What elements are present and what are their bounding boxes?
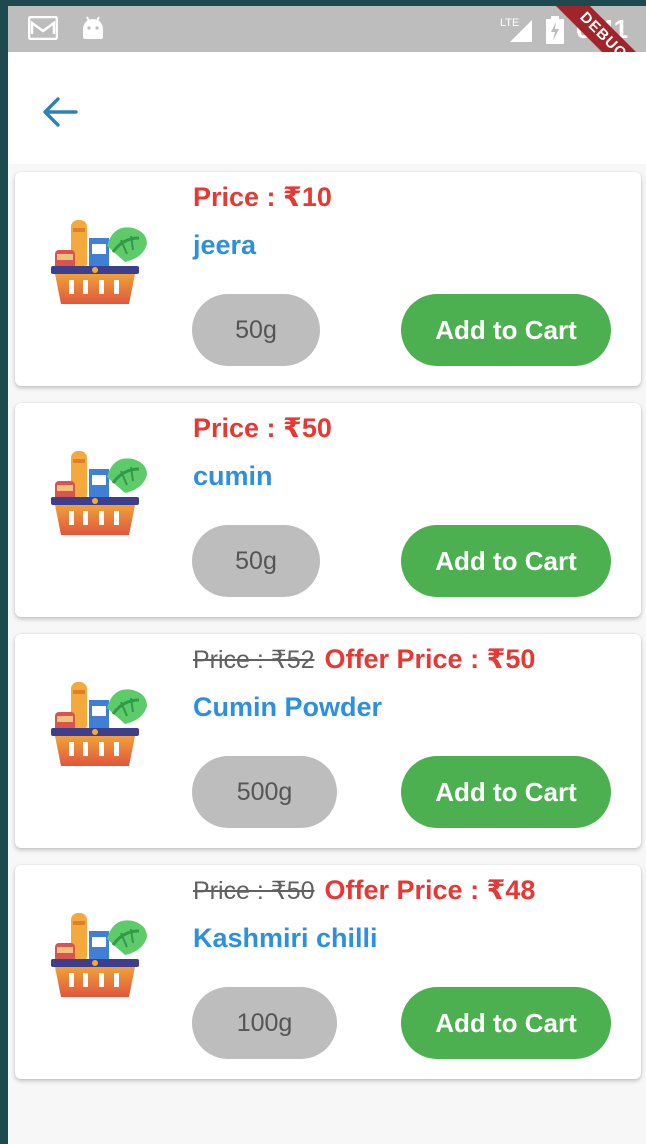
product-name: Kashmiri chilli	[193, 923, 378, 953]
product-list: Price : ₹10 jeera 50g Add to Cart Price …	[15, 172, 641, 1096]
price-row: Price : ₹52 Offer Price : ₹50	[193, 644, 535, 675]
weight-selector[interactable]: 50g	[192, 294, 320, 366]
original-price: Price : ₹52	[193, 646, 315, 674]
price-row: Price : ₹50 Offer Price : ₹48	[193, 875, 535, 906]
product-card: Price : ₹52 Offer Price : ₹50 Cumin Powde…	[15, 634, 641, 848]
grocery-basket-icon	[49, 212, 153, 308]
price-row: Price : ₹10	[193, 182, 332, 213]
add-to-cart-button[interactable]: Add to Cart	[401, 294, 611, 366]
signal-lte-icon: LTE	[500, 17, 532, 42]
grocery-basket-icon	[49, 674, 153, 770]
add-to-cart-button[interactable]: Add to Cart	[401, 987, 611, 1059]
svg-text:LTE: LTE	[500, 17, 519, 29]
product-card: Price : ₹10 jeera 50g Add to Cart	[15, 172, 641, 386]
price: Price : ₹10	[193, 182, 332, 212]
original-price: Price : ₹50	[193, 877, 315, 905]
weight-selector[interactable]: 50g	[192, 525, 320, 597]
arrow-back-icon	[43, 97, 78, 127]
product-card: Price : ₹50 Offer Price : ₹48 Kashmiri ch…	[15, 865, 641, 1079]
add-to-cart-button[interactable]: Add to Cart	[401, 756, 611, 828]
gmail-notification-icon	[28, 16, 58, 40]
product-name: cumin	[193, 461, 273, 491]
product-name: jeera	[193, 230, 257, 260]
android-notification-icon	[83, 16, 103, 39]
product-card: Price : ₹50 cumin 50g Add to Cart	[15, 403, 641, 617]
weight-selector[interactable]: 500g	[192, 756, 337, 828]
offer-price: Offer Price : ₹50	[324, 644, 536, 674]
grocery-basket-icon	[49, 905, 153, 1001]
app-bar	[8, 52, 646, 164]
status-bar: LTE 6:41	[8, 6, 646, 52]
product-name: Cumin Powder	[193, 692, 383, 722]
offer-price: Offer Price : ₹48	[324, 875, 536, 905]
add-to-cart-button[interactable]: Add to Cart	[401, 525, 611, 597]
weight-selector[interactable]: 100g	[192, 987, 337, 1059]
price-row: Price : ₹50	[193, 413, 332, 444]
back-button[interactable]	[32, 84, 88, 140]
app-screen: LTE 6:41 DEBUG Price : ₹10 jeera 50g Add…	[8, 6, 646, 1144]
price: Price : ₹50	[193, 413, 332, 443]
grocery-basket-icon	[49, 443, 153, 539]
battery-charging-icon	[546, 16, 564, 44]
